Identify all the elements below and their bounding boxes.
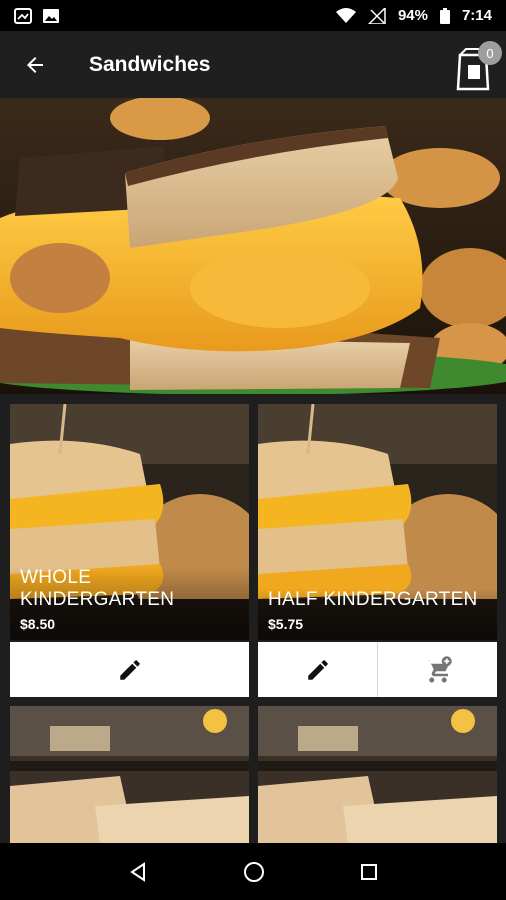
edit-button[interactable] bbox=[258, 642, 377, 697]
edit-icon bbox=[307, 659, 328, 680]
battery-percent: 94% bbox=[397, 7, 428, 24]
recents-square-icon[interactable] bbox=[360, 863, 378, 881]
product-info: HALF KINDERGARTEN $5.75 bbox=[258, 589, 497, 640]
no-signal-icon bbox=[367, 7, 386, 24]
image-icon bbox=[43, 8, 59, 23]
add-to-cart-icon bbox=[426, 655, 452, 682]
hero-image bbox=[0, 98, 506, 394]
product-grid: WHOLE KINDERGARTEN $8.50 HALF KINDERGART… bbox=[0, 394, 506, 844]
add-to-cart-button[interactable] bbox=[377, 642, 497, 697]
product-image[interactable]: WHOLE KINDERGARTEN $8.50 bbox=[10, 404, 249, 640]
product-image[interactable] bbox=[258, 706, 497, 844]
product-actions bbox=[10, 642, 249, 697]
product-name: WHOLE KINDERGARTEN bbox=[20, 567, 175, 610]
arrow-back-icon bbox=[27, 56, 43, 73]
clock: 7:14 bbox=[461, 7, 492, 24]
product-card[interactable] bbox=[258, 706, 497, 844]
wifi-icon bbox=[335, 7, 356, 23]
product-image[interactable]: HALF KINDERGARTEN $5.75 bbox=[258, 404, 497, 640]
battery-icon bbox=[439, 7, 450, 24]
app-bar: Sandwiches 0 bbox=[0, 31, 506, 98]
page-title: Sandwiches bbox=[89, 52, 211, 76]
back-triangle-icon[interactable] bbox=[128, 861, 148, 882]
edit-button[interactable] bbox=[10, 642, 249, 697]
system-nav-bar bbox=[0, 843, 506, 900]
gallery-icon bbox=[14, 7, 32, 24]
edit-icon bbox=[119, 659, 140, 680]
product-actions bbox=[258, 642, 497, 697]
back-button[interactable] bbox=[0, 31, 70, 98]
status-bar: 94% 7:14 bbox=[0, 0, 506, 31]
product-price: $5.75 bbox=[268, 616, 304, 632]
product-image[interactable] bbox=[10, 706, 249, 844]
product-name: HALF KINDERGARTEN bbox=[268, 589, 478, 610]
cart-button[interactable]: 0 bbox=[456, 39, 502, 93]
home-circle-icon[interactable] bbox=[243, 861, 265, 883]
product-card[interactable] bbox=[10, 706, 249, 844]
product-info: WHOLE KINDERGARTEN $8.50 bbox=[10, 567, 249, 640]
cart-count-badge: 0 bbox=[478, 41, 502, 65]
product-price: $8.50 bbox=[20, 616, 56, 632]
